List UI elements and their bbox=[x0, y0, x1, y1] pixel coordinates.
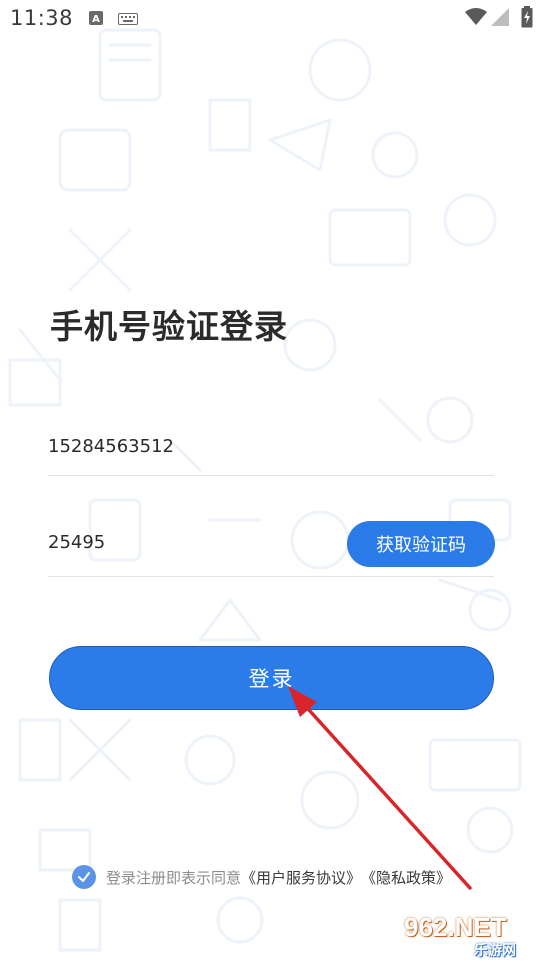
signal-icon bbox=[491, 8, 509, 26]
battery-icon bbox=[521, 6, 533, 28]
agreement-checkbox[interactable] bbox=[72, 865, 96, 889]
watermark-logo: 962.NET 乐游网 bbox=[404, 912, 538, 960]
agreement-text: 登录注册即表示同意 bbox=[106, 868, 242, 887]
svg-text:A: A bbox=[92, 14, 100, 25]
get-code-button[interactable]: 获取验证码 bbox=[347, 521, 495, 567]
checkmark-icon bbox=[78, 872, 90, 882]
agreement-row: 登录注册即表示同意 《用户服务协议》 《隐私政策》 bbox=[72, 864, 451, 890]
login-button[interactable]: 登录 bbox=[49, 646, 494, 710]
wifi-icon bbox=[465, 8, 487, 25]
user-agreement-link[interactable]: 《用户服务协议》 bbox=[241, 867, 361, 888]
watermark-brand: 962.NET bbox=[404, 912, 507, 942]
notification-a-icon: A bbox=[89, 11, 103, 25]
status-time: 11:38 bbox=[10, 6, 74, 30]
status-bar: 11:38 A bbox=[0, 0, 543, 38]
privacy-policy-link[interactable]: 《隐私政策》 bbox=[361, 867, 451, 888]
phone-input[interactable] bbox=[48, 434, 488, 458]
phone-field bbox=[48, 418, 494, 476]
login-screen: 手机号验证登录 获取验证码 登录 登录注册即表示同意 《用户服务协议》 《隐私政… bbox=[0, 0, 543, 965]
page-title: 手机号验证登录 bbox=[50, 307, 288, 346]
watermark-sub: 乐游网 bbox=[474, 943, 516, 959]
verification-code-input[interactable] bbox=[48, 530, 328, 554]
keyboard-icon bbox=[118, 13, 138, 25]
